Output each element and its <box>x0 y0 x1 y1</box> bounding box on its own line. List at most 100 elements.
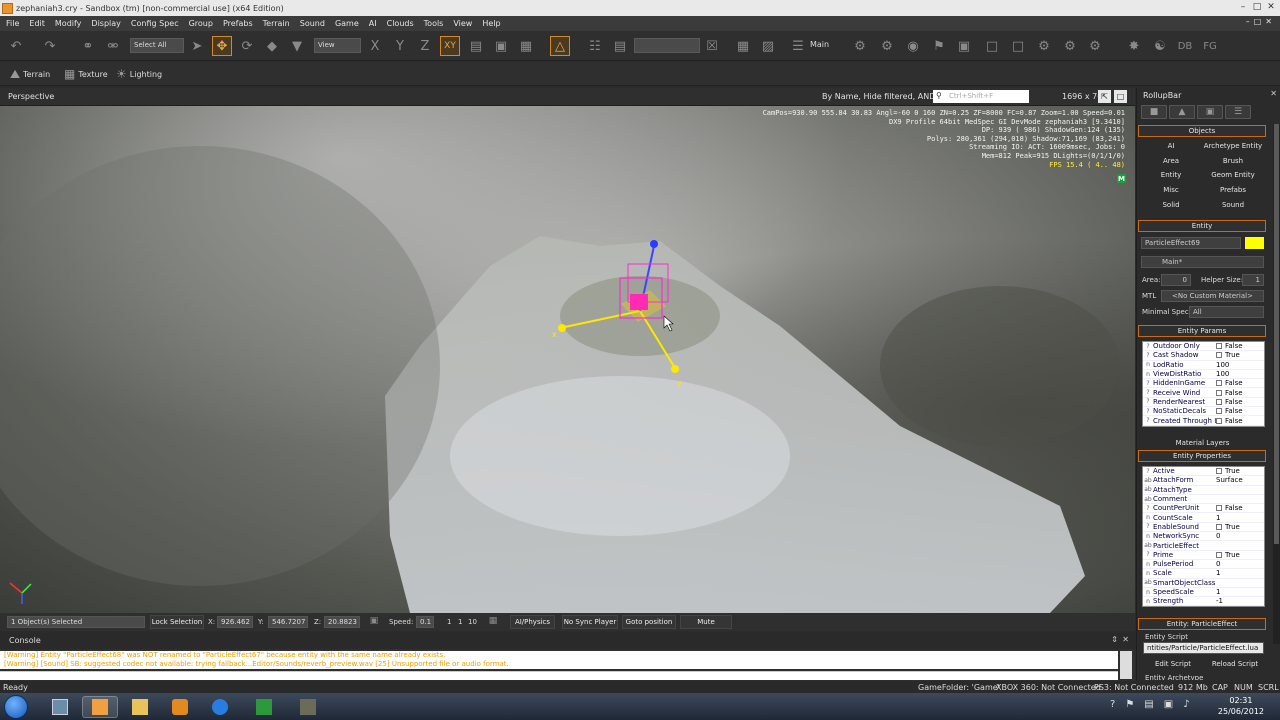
angle-snap-icon[interactable]: △ <box>550 36 570 56</box>
grid-icon[interactable]: ▦ <box>516 36 536 56</box>
object-button-sound[interactable]: Sound <box>1203 198 1263 211</box>
ai-physics-button[interactable]: AI/Physics <box>510 615 555 629</box>
material-button[interactable]: <No Custom Material> <box>1161 290 1264 302</box>
minimize-button[interactable]: – <box>1236 0 1250 14</box>
param-row[interactable]: ? Cast Shadow True <box>1143 351 1264 361</box>
no-sync-player-button[interactable]: No Sync Player <box>562 615 618 629</box>
terrain-snap-icon[interactable]: ▤ <box>466 36 486 56</box>
snap-icon[interactable]: ▼ <box>287 36 307 56</box>
console-log[interactable]: [Warning] Entity "ParticleEffect68" was … <box>0 651 1118 669</box>
entity-properties-section[interactable]: Entity Properties <box>1138 450 1266 462</box>
console-input[interactable] <box>0 671 1118 680</box>
axis-x-button[interactable]: X <box>365 36 385 56</box>
property-row[interactable]: n Scale 1 <box>1143 569 1264 579</box>
property-row[interactable]: n Strength -1 <box>1143 597 1264 607</box>
taskbar-ie-icon[interactable] <box>202 696 238 718</box>
taskbar-editor-icon[interactable] <box>290 696 326 718</box>
property-row[interactable]: n SpeedScale 1 <box>1143 588 1264 598</box>
axis-xy-button[interactable]: XY <box>440 36 460 56</box>
object-button-geom-entity[interactable]: Geom Entity <box>1203 168 1263 181</box>
entity-script-path[interactable]: ntities/Particle/ParticleEffect.lua <box>1143 642 1264 654</box>
taskbar-folder-icon[interactable] <box>122 696 158 718</box>
property-row[interactable]: n PulsePeriod 0 <box>1143 560 1264 570</box>
menu-config-spec[interactable]: Config Spec <box>131 19 179 28</box>
taskbar-app-icon[interactable] <box>246 696 282 718</box>
tab-objects-icon[interactable]: ■ <box>1141 105 1167 119</box>
gamepad-icon[interactable]: ▣ <box>954 36 974 56</box>
objects-section[interactable]: Objects <box>1138 125 1266 137</box>
helper-size-input[interactable]: 1 <box>1242 274 1264 286</box>
menu-terrain[interactable]: Terrain <box>263 19 290 28</box>
area-input[interactable]: 0 <box>1161 274 1191 286</box>
menu-group[interactable]: Group <box>189 19 213 28</box>
maximize-button[interactable]: □ <box>1250 0 1264 14</box>
pin-icon[interactable]: ⇕ <box>1111 635 1118 644</box>
object-button-brush[interactable]: Brush <box>1203 154 1263 167</box>
menu-clouds[interactable]: Clouds <box>387 19 414 28</box>
flowgraph-icon[interactable]: □ <box>982 36 1002 56</box>
property-row[interactable]: ? CountPerUnit False <box>1143 504 1264 514</box>
object-button-area[interactable]: Area <box>1141 154 1201 167</box>
property-row[interactable]: ab ParticleEffect <box>1143 541 1264 551</box>
mdi-restore-icon[interactable]: □ <box>1254 17 1262 26</box>
delete-selection-icon[interactable]: ☒ <box>702 36 722 56</box>
database-button[interactable]: DB <box>1175 36 1195 56</box>
menu-help[interactable]: Help <box>482 19 500 28</box>
menu-sound[interactable]: Sound <box>300 19 325 28</box>
property-row[interactable]: ? Prime True <box>1143 551 1264 560</box>
link-icon[interactable]: ⚭ <box>78 36 98 56</box>
layer-field[interactable]: Main* <box>1141 256 1264 268</box>
menu-modify[interactable]: Modify <box>55 19 82 28</box>
param-row[interactable]: ? Outdoor Only False <box>1143 342 1264 352</box>
ruler-icon[interactable]: ☷ <box>585 36 605 56</box>
object-button-ai[interactable]: AI <box>1141 139 1201 152</box>
align-icon[interactable]: ▦ <box>733 36 753 56</box>
lighting-button[interactable]: ☀ Lighting <box>116 67 162 81</box>
goto-position-button[interactable]: Goto position <box>622 615 676 629</box>
axis-y-button[interactable]: Y <box>390 36 410 56</box>
particle-effect-section[interactable]: Entity: ParticleEffect <box>1138 618 1266 630</box>
undo-icon[interactable]: ↶ <box>6 36 26 56</box>
property-row[interactable]: ab SmartObjectClass <box>1143 579 1264 588</box>
entity-section[interactable]: Entity <box>1138 220 1266 232</box>
mdi-close-icon[interactable]: ✕ <box>1265 17 1272 26</box>
param-row[interactable]: ? Receive Wind False <box>1143 388 1264 398</box>
lock-selection-button[interactable]: Lock Selection <box>150 615 204 629</box>
gear-icon[interactable]: ⚙ <box>1034 36 1054 56</box>
menu-game[interactable]: Game <box>335 19 359 28</box>
viewport-fullscreen-icon[interactable]: ⇱ <box>1098 90 1111 103</box>
property-row[interactable]: n NetworkSync 0 <box>1143 532 1264 542</box>
redo-icon[interactable]: ↷ <box>40 36 60 56</box>
menu-display[interactable]: Display <box>91 19 121 28</box>
viewport-maximize-icon[interactable]: □ <box>1114 90 1127 103</box>
speed-option-2[interactable]: 1 <box>458 618 462 626</box>
property-row[interactable]: ab AttachForm Surface <box>1143 476 1264 486</box>
edit-script-button[interactable]: Edit Script <box>1143 657 1203 670</box>
terrain-button[interactable]: ⛰ Terrain <box>10 67 50 82</box>
clock[interactable]: 02:31 25/06/2012 <box>1218 695 1264 717</box>
property-row[interactable]: ab AttachType <box>1143 486 1264 495</box>
search-filter-label[interactable]: By Name, Hide filtered, AND <box>822 92 935 101</box>
network-icon[interactable]: ✸ <box>1124 36 1144 56</box>
object-button-solid[interactable]: Solid <box>1141 198 1201 211</box>
object-button-archetype[interactable]: Archetype Entity <box>1203 139 1263 152</box>
layer-name[interactable]: Main <box>810 40 829 49</box>
param-row[interactable]: ? NoStaticDecals False <box>1143 407 1264 417</box>
property-row[interactable]: ? Active True <box>1143 467 1264 477</box>
entity-color-swatch[interactable] <box>1245 237 1264 249</box>
object-button-entity[interactable]: Entity <box>1141 168 1201 181</box>
menu-prefabs[interactable]: Prefabs <box>223 19 253 28</box>
mute-button[interactable]: Mute <box>680 615 732 629</box>
volume-tray-icon[interactable]: ♪ <box>1183 699 1189 710</box>
param-row[interactable]: ? HiddenInGame False <box>1143 379 1264 389</box>
scale-icon[interactable]: ◆ <box>262 36 282 56</box>
menu-view[interactable]: View <box>453 19 472 28</box>
tab-terrain-icon[interactable]: ▲ <box>1169 105 1195 119</box>
param-row[interactable]: n ViewDistRatio 100 <box>1143 370 1264 380</box>
minimal-spec-select[interactable]: All <box>1189 306 1264 318</box>
taskbar-media-icon[interactable] <box>162 696 198 718</box>
display-tray-icon[interactable]: ▣ <box>1164 699 1173 710</box>
view-dropdown[interactable]: View <box>314 38 361 53</box>
object-button-prefabs[interactable]: Prefabs <box>1203 183 1263 196</box>
property-row[interactable]: ab Comment <box>1143 495 1264 505</box>
